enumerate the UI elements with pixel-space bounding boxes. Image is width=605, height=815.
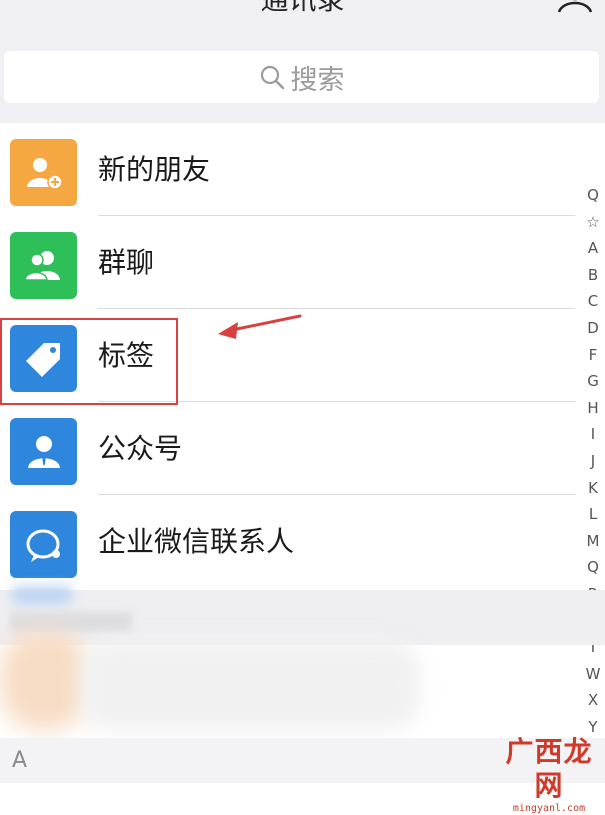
blurred-region — [10, 612, 132, 632]
new-friend-icon — [10, 139, 77, 206]
list-item-group-chats[interactable]: 群聊 — [0, 216, 575, 309]
search-area: 搜索 — [0, 45, 605, 123]
alphabet-index-bar[interactable]: Q ☆ A B C D F G H I J K L M Q R S T W X … — [581, 182, 605, 767]
list-item-label: 新的朋友 — [98, 153, 211, 186]
blurred-region — [12, 586, 72, 604]
index-letter[interactable]: K — [581, 475, 605, 502]
search-icon — [260, 65, 284, 90]
list-item-label: 群聊 — [98, 246, 155, 279]
enterprise-contact-icon — [10, 511, 77, 578]
watermark-text: 广西龙网 — [505, 735, 593, 802]
index-letter[interactable]: A — [581, 235, 605, 262]
search-input[interactable]: 搜索 — [4, 51, 599, 103]
index-letter[interactable]: D — [581, 315, 605, 342]
section-header-letter: A — [12, 748, 28, 773]
list-item-enterprise-contacts[interactable]: 企业微信联系人 — [0, 495, 575, 588]
index-letter[interactable]: I — [581, 421, 605, 448]
index-letter[interactable]: B — [581, 262, 605, 289]
search-placeholder: 搜索 — [290, 64, 345, 96]
blurred-region — [0, 630, 90, 730]
index-letter[interactable]: Q — [581, 554, 605, 581]
add-contact-icon[interactable] — [557, 0, 597, 14]
watermark: 广西龙网 mingyanl.com — [499, 735, 599, 814]
index-letter-star[interactable]: ☆ — [581, 209, 605, 236]
list-item-new-friends[interactable]: 新的朋友 — [0, 123, 575, 216]
annotation-highlight-box — [0, 318, 178, 405]
index-letter[interactable]: F — [581, 342, 605, 369]
list-item-official-accounts[interactable]: 公众号 — [0, 402, 575, 495]
index-letter[interactable]: W — [581, 661, 605, 688]
index-letter[interactable]: C — [581, 288, 605, 315]
index-letter[interactable]: M — [581, 528, 605, 555]
index-letter[interactable]: J — [581, 448, 605, 475]
list-item-label: 企业微信联系人 — [98, 525, 295, 558]
index-letter[interactable]: L — [581, 501, 605, 528]
index-letter[interactable]: G — [581, 368, 605, 395]
index-letter[interactable]: H — [581, 395, 605, 422]
group-chat-icon — [10, 232, 77, 299]
blurred-region — [80, 640, 420, 730]
index-letter-search[interactable]: Q — [581, 182, 605, 209]
annotation-arrow-icon — [218, 314, 302, 339]
index-letter[interactable]: X — [581, 687, 605, 714]
list-item-label: 公众号 — [98, 432, 183, 465]
page-title: 通讯录 — [0, 0, 605, 18]
nav-header: 通讯录 — [0, 0, 605, 45]
official-account-icon — [10, 418, 77, 485]
watermark-subtext: mingyanl.com — [512, 803, 586, 814]
